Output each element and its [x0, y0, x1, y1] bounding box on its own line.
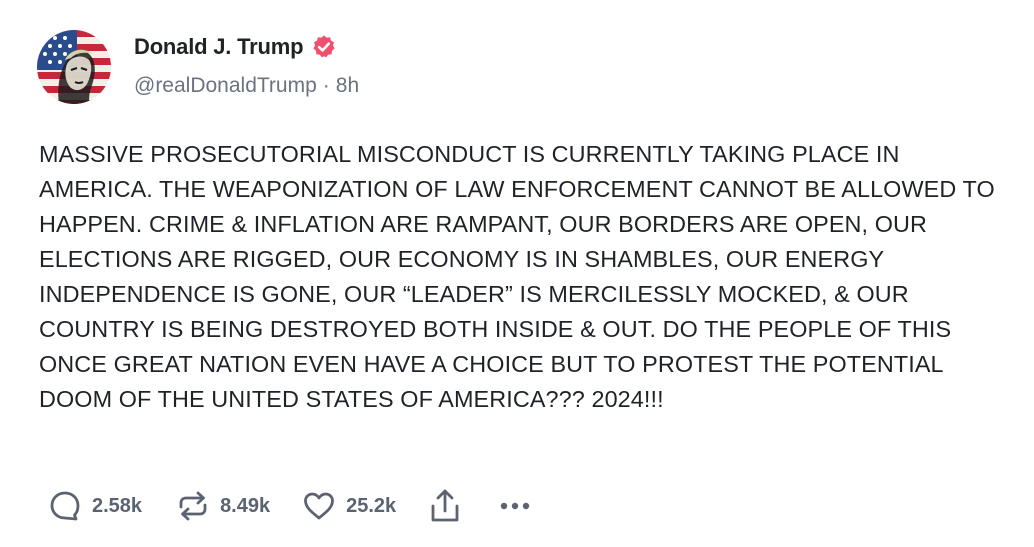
retruth-count: 8.49k: [220, 494, 271, 517]
like-button[interactable]: 25.2k: [302, 489, 396, 523]
like-count: 25.2k: [346, 494, 397, 517]
author-name-row: Donald J. Trump: [134, 32, 337, 62]
share-upload-icon: [428, 487, 462, 525]
reply-bubble-icon: [48, 489, 82, 523]
more-ellipsis-icon: [498, 489, 532, 523]
reply-count: 2.58k: [92, 494, 143, 517]
heart-icon: [302, 489, 336, 523]
more-options-button[interactable]: [498, 489, 532, 523]
post-text: MASSIVE PROSECUTORIAL MISCONDUCT IS CURR…: [39, 141, 1002, 412]
retruth-arrows-icon: [176, 489, 210, 523]
author-display-name[interactable]: Donald J. Trump: [134, 34, 304, 60]
verified-badge-icon: [311, 34, 337, 60]
retruth-button[interactable]: 8.49k: [176, 489, 270, 523]
author-meta-row: @realDonaldTrump · 8h: [134, 74, 359, 98]
reply-button[interactable]: 2.58k: [48, 489, 142, 523]
profile-avatar[interactable]: [37, 30, 111, 104]
meta-separator: ·: [322, 74, 330, 97]
post-action-bar: 2.58k 8.49k 25.2k: [48, 486, 532, 526]
truth-post: Donald J. Trump @realDonaldTrump · 8h MA…: [0, 0, 1034, 547]
post-timestamp[interactable]: 8h: [336, 74, 359, 98]
share-button[interactable]: [428, 487, 462, 525]
author-handle[interactable]: @realDonaldTrump: [134, 74, 317, 98]
avatar-image: [37, 30, 111, 104]
